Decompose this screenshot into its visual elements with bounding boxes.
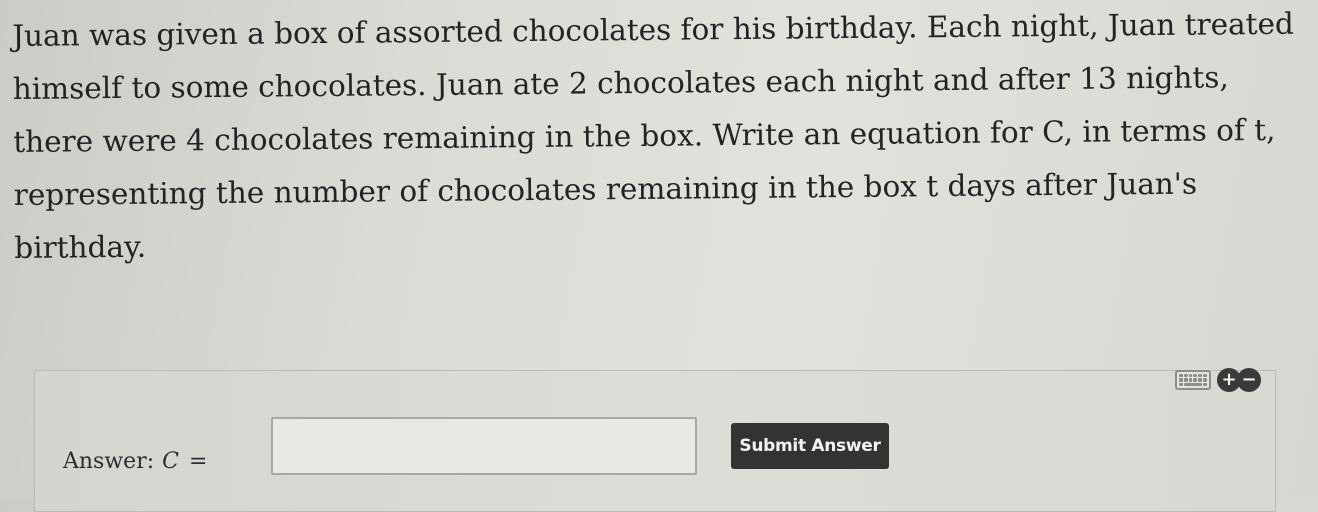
answer-label: Answer: (63, 449, 155, 474)
answer-panel: + − Answer: C = Submit Answer (34, 367, 1276, 512)
minus-icon[interactable]: − (1237, 368, 1261, 392)
keyboard-icon[interactable] (1175, 370, 1211, 390)
answer-label-group: Answer: C = (63, 449, 207, 474)
equals-sign: = (188, 449, 208, 474)
question-text: Juan was given a box of assorted chocola… (12, 0, 1309, 275)
submit-answer-button[interactable]: Submit Answer (731, 423, 889, 469)
answer-variable: C (162, 449, 179, 474)
math-tools: + − (1175, 367, 1261, 393)
answer-input[interactable] (271, 417, 697, 475)
